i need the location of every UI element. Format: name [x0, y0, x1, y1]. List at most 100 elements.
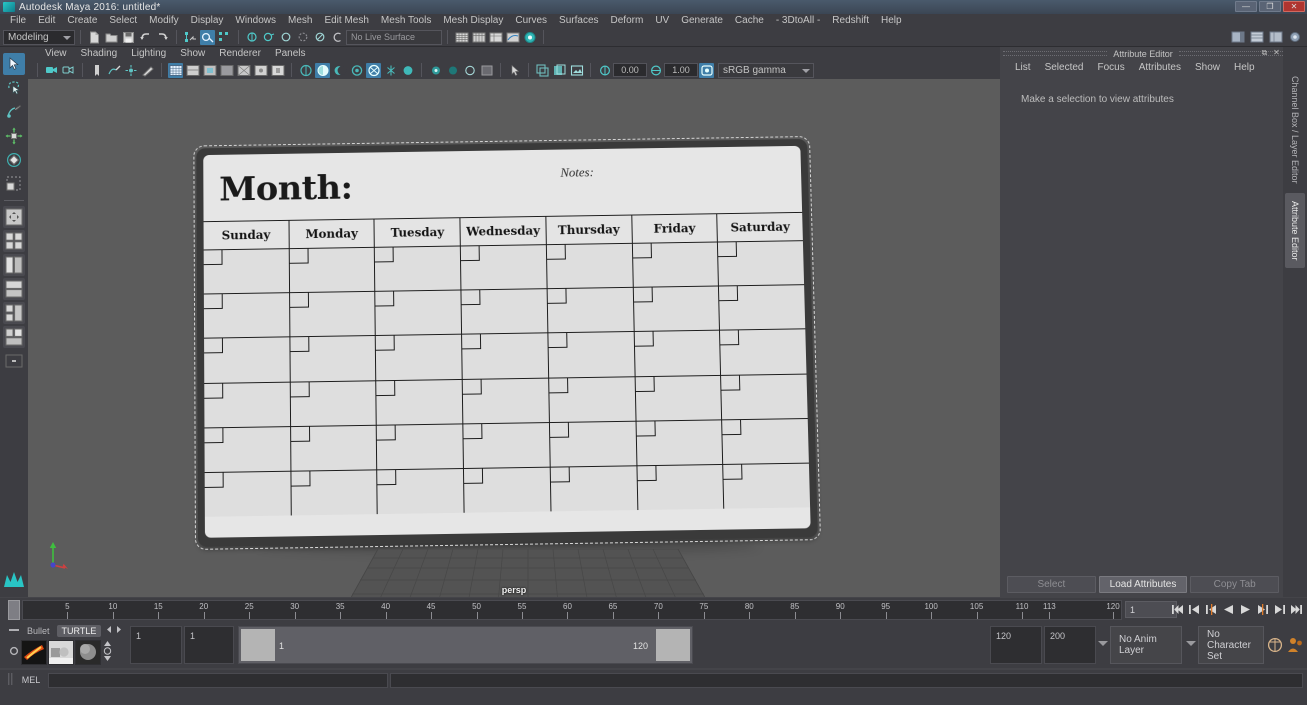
layout-hypershade[interactable] — [3, 326, 25, 348]
gamma-icon[interactable] — [648, 63, 663, 78]
time-slider-track[interactable]: 5 10 15 20 25 30 35 40 45 50 55 60 65 70 75 80 85 90 95 100… — [22, 600, 1122, 620]
menu-redshift[interactable]: Redshift — [826, 14, 875, 28]
viewport-menu-renderer[interactable]: Renderer — [212, 47, 268, 61]
play-backwards-button[interactable] — [1222, 601, 1235, 618]
redo-icon[interactable] — [155, 30, 170, 45]
range-slider-bar[interactable]: 1 120 — [238, 626, 693, 664]
viewport-screenshot-icon[interactable] — [400, 63, 415, 78]
shade-with-textures-icon[interactable] — [202, 63, 217, 78]
shadows-icon[interactable] — [332, 63, 347, 78]
motion-blur-icon[interactable] — [383, 63, 398, 78]
select-by-component-type-icon[interactable] — [217, 30, 232, 45]
tab-channel-box-layer-editor[interactable]: Channel Box / Layer Editor — [1285, 68, 1305, 192]
grease-pencil-icon[interactable] — [140, 63, 155, 78]
menu-curves[interactable]: Curves — [509, 14, 553, 28]
select-button[interactable]: Select — [1007, 576, 1096, 593]
ae-menu-attributes[interactable]: Attributes — [1132, 61, 1188, 75]
x-ray-active-components-icon[interactable] — [270, 63, 285, 78]
perspective-viewport[interactable]: Month: Notes: Sunday Monday Tuesday Wednesd… — [28, 79, 1000, 597]
layout-four-view[interactable] — [3, 230, 25, 252]
range-end-time-field[interactable]: 120 — [990, 626, 1042, 664]
menu-modify[interactable]: Modify — [143, 14, 184, 28]
shelf-tab-bullet[interactable]: Bullet — [22, 625, 55, 637]
viewport-menu-lighting[interactable]: Lighting — [124, 47, 173, 61]
paint-selection-tool[interactable] — [3, 101, 25, 123]
menu-create[interactable]: Create — [61, 14, 103, 28]
move-tool[interactable] — [3, 125, 25, 147]
live-surface-field[interactable]: No Live Surface — [346, 29, 442, 45]
copy-view-icon[interactable] — [552, 63, 567, 78]
ae-menu-show[interactable]: Show — [1188, 61, 1227, 75]
range-start-grip[interactable] — [241, 629, 275, 661]
panel-drag-grip[interactable] — [1003, 51, 1108, 56]
save-scene-icon[interactable] — [121, 30, 136, 45]
minimize-button[interactable]: — — [1235, 1, 1257, 12]
menu-mesh-tools[interactable]: Mesh Tools — [375, 14, 437, 28]
exposure-field[interactable]: 0.00 — [613, 63, 647, 77]
use-default-lighting-icon[interactable] — [315, 62, 330, 78]
wireframe-shading-icon[interactable] — [168, 62, 183, 78]
go-to-start-button[interactable] — [1171, 601, 1184, 618]
maximize-button[interactable]: ❐ — [1259, 1, 1281, 12]
close-button[interactable]: ✕ — [1283, 1, 1305, 12]
turtle-texture-bake-icon[interactable] — [75, 639, 101, 665]
shelf-options-icon[interactable] — [8, 645, 20, 660]
show-outliner-icon[interactable] — [454, 30, 469, 45]
menu-mesh[interactable]: Mesh — [282, 14, 318, 28]
float-panel-icon[interactable]: ⧉ — [1260, 48, 1269, 57]
new-scene-icon[interactable] — [87, 30, 102, 45]
gamma-field[interactable]: 1.00 — [664, 63, 698, 77]
layout-persp-outliner[interactable] — [3, 254, 25, 276]
exposure-icon[interactable] — [597, 63, 612, 78]
color-space-selector[interactable]: sRGB gamma — [718, 62, 814, 78]
lasso-tool[interactable] — [3, 77, 25, 99]
bookmark-icon[interactable] — [89, 63, 104, 78]
command-line-grip[interactable] — [6, 672, 14, 689]
menu-edit[interactable]: Edit — [32, 14, 61, 28]
step-forward-key-button[interactable] — [1273, 601, 1286, 618]
use-default-material-icon[interactable] — [219, 63, 234, 78]
select-camera-icon[interactable] — [44, 63, 59, 78]
two-d-pan-zoom-icon[interactable] — [123, 63, 138, 78]
rotate-tool[interactable] — [3, 149, 25, 171]
menu-file[interactable]: File — [4, 14, 32, 28]
menu-deform[interactable]: Deform — [605, 14, 650, 28]
camera-attributes-icon[interactable] — [61, 63, 76, 78]
toggle-attribute-editor-icon[interactable] — [1268, 30, 1283, 45]
snap-to-view-planes-icon[interactable] — [313, 30, 328, 45]
viewport-menu-shading[interactable]: Shading — [74, 47, 125, 61]
menu-windows[interactable]: Windows — [229, 14, 282, 28]
menu-3dtoall[interactable]: - 3DtoAll - — [770, 14, 826, 28]
use-all-lights-icon[interactable] — [298, 63, 313, 78]
animation-start-time-field[interactable]: 1 — [130, 626, 182, 664]
select-tool[interactable] — [3, 53, 25, 75]
open-scene-icon[interactable] — [104, 30, 119, 45]
snap-to-grid-icon[interactable] — [245, 30, 260, 45]
menu-surfaces[interactable]: Surfaces — [553, 14, 604, 28]
menu-generate[interactable]: Generate — [675, 14, 729, 28]
menu-edit-mesh[interactable]: Edit Mesh — [318, 14, 374, 28]
grid-toggle-icon[interactable] — [479, 63, 494, 78]
ae-menu-focus[interactable]: Focus — [1090, 61, 1131, 75]
range-end-grip[interactable] — [656, 629, 690, 661]
ae-menu-list[interactable]: List — [1008, 61, 1038, 75]
ae-menu-help[interactable]: Help — [1227, 61, 1262, 75]
view-image-icon[interactable] — [569, 63, 584, 78]
copy-tab-button[interactable]: Copy Tab — [1190, 576, 1280, 593]
toggle-channelbox-icon[interactable] — [1249, 30, 1264, 45]
select-objects-icon[interactable] — [507, 63, 522, 78]
load-attributes-button[interactable]: Load Attributes — [1098, 576, 1188, 593]
undo-icon[interactable] — [138, 30, 153, 45]
ambient-occlusion-icon[interactable] — [349, 63, 364, 78]
smooth-shade-all-icon[interactable] — [185, 63, 200, 78]
toggle-sidebar-icon[interactable] — [1230, 30, 1245, 45]
menu-mesh-display[interactable]: Mesh Display — [437, 14, 509, 28]
menu-display[interactable]: Display — [185, 14, 230, 28]
viewport-menu-show[interactable]: Show — [173, 47, 212, 61]
turtle-bake-icon[interactable] — [21, 639, 47, 665]
workspace-settings-icon[interactable] — [1287, 30, 1302, 45]
make-live-icon[interactable] — [330, 30, 345, 45]
viewport-menu-view[interactable]: View — [38, 47, 74, 61]
shelf-menu-icon[interactable] — [8, 625, 20, 638]
menu-uv[interactable]: UV — [649, 14, 675, 28]
